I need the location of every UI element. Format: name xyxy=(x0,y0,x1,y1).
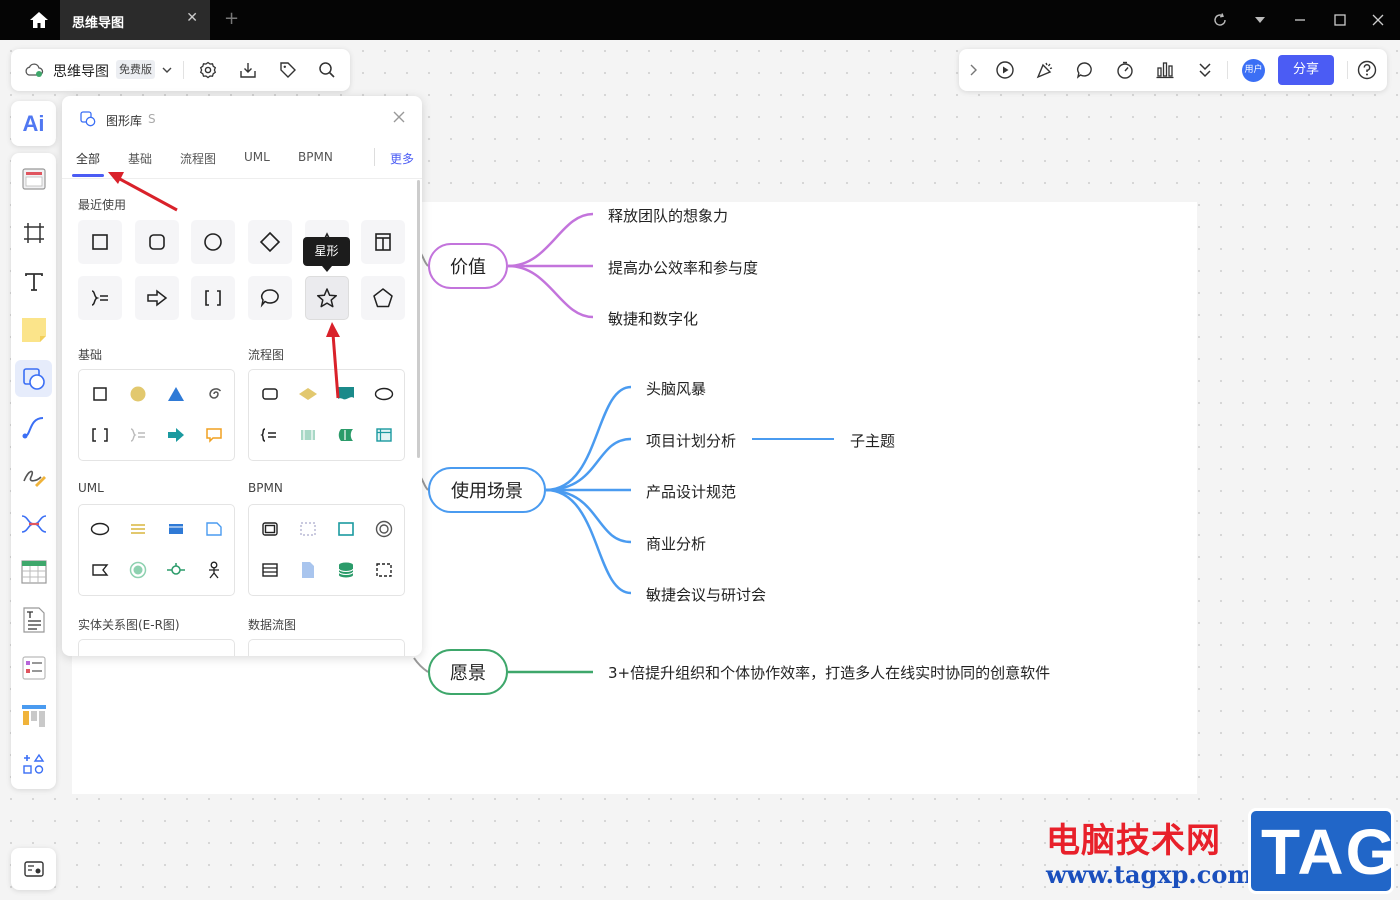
watermark-logo: TAG xyxy=(1248,808,1398,894)
watermark-url: www.tagxp.com xyxy=(1046,860,1253,889)
watermark-logo-text: TAG xyxy=(1261,816,1398,888)
annotation-arrows xyxy=(108,172,340,399)
watermark-title: 电脑技术网 xyxy=(1046,821,1221,861)
